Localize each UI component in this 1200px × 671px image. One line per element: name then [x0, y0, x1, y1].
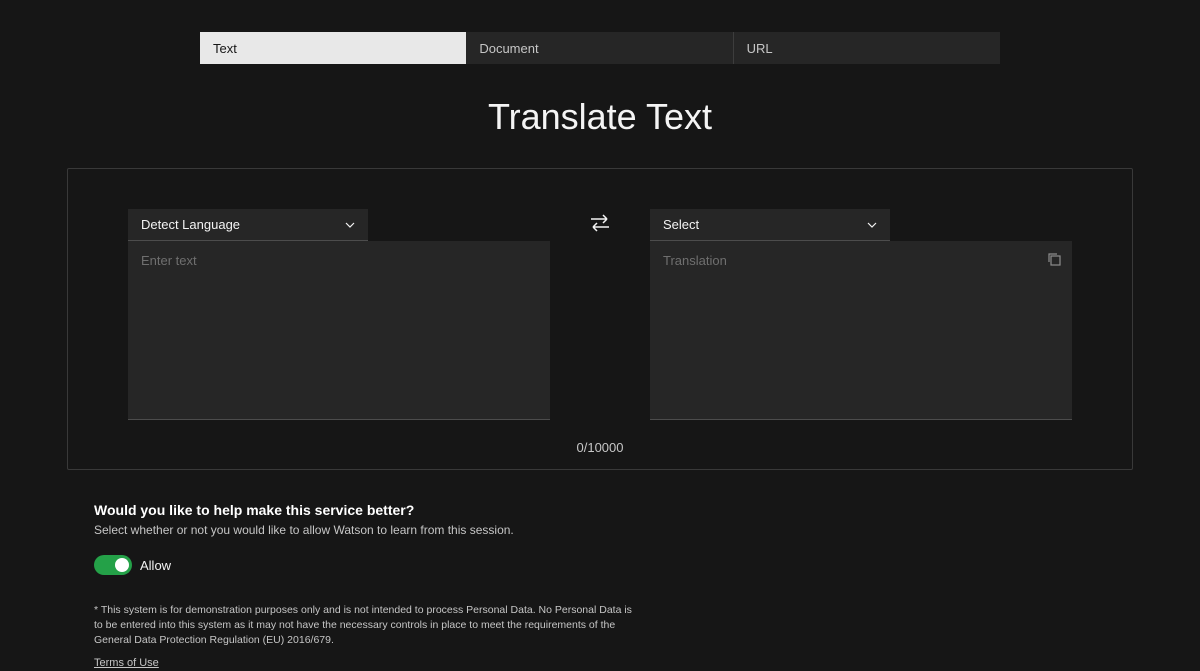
target-language-dropdown[interactable]: Select [650, 209, 890, 241]
toggle-label: Allow [140, 558, 171, 573]
target-language-label: Select [663, 217, 699, 232]
swap-icon [588, 213, 612, 233]
feedback-subtitle: Select whether or not you would like to … [94, 523, 634, 537]
chevron-down-icon [345, 222, 355, 228]
source-language-label: Detect Language [141, 217, 240, 232]
tab-url[interactable]: URL [733, 32, 1000, 64]
page-title: Translate Text [0, 96, 1200, 138]
chevron-down-icon [867, 222, 877, 228]
feedback-title: Would you like to help make this service… [94, 502, 634, 518]
allow-toggle[interactable] [94, 555, 132, 575]
target-panel: Select Translation [650, 209, 1072, 420]
target-output: Translation [650, 241, 1072, 280]
target-textbox: Translation [650, 241, 1072, 420]
disclaimer-text: * This system is for demonstration purpo… [94, 603, 634, 649]
copy-icon [1046, 251, 1062, 267]
swap-languages-button[interactable] [580, 209, 620, 233]
tab-text[interactable]: Text [200, 32, 466, 64]
copy-button[interactable] [1046, 251, 1062, 272]
source-language-dropdown[interactable]: Detect Language [128, 209, 368, 241]
source-panel: Detect Language [128, 209, 550, 420]
toggle-knob [115, 558, 129, 572]
character-counter: 0/10000 [128, 440, 1072, 455]
translate-panel: Detect Language Select [67, 168, 1133, 470]
terms-of-use-link[interactable]: Terms of Use [94, 657, 159, 669]
tab-document[interactable]: Document [466, 32, 732, 64]
source-textbox [128, 241, 550, 420]
mode-tabs: Text Document URL [200, 32, 1000, 64]
source-input[interactable] [128, 241, 550, 419]
